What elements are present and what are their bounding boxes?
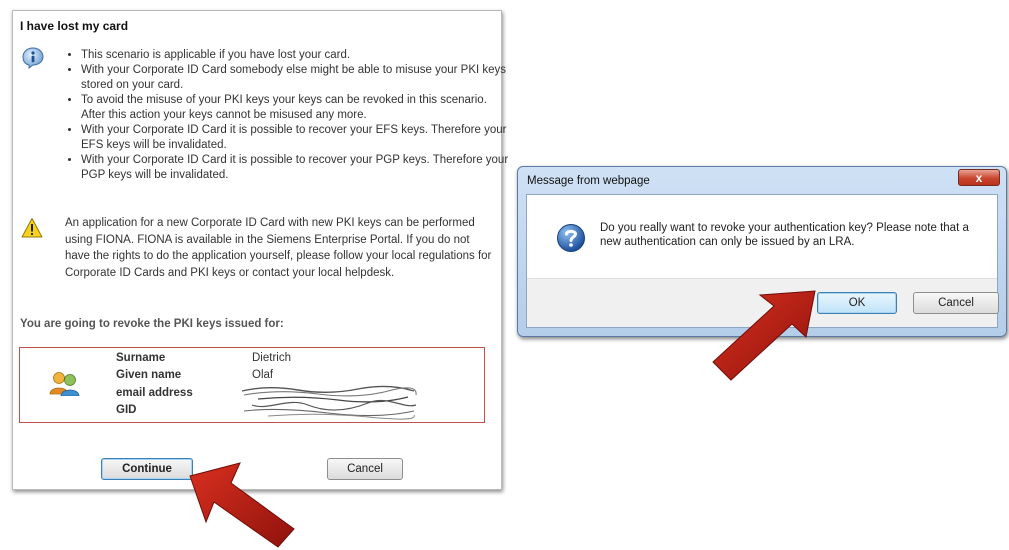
red-arrow-icon xyxy=(189,290,816,548)
